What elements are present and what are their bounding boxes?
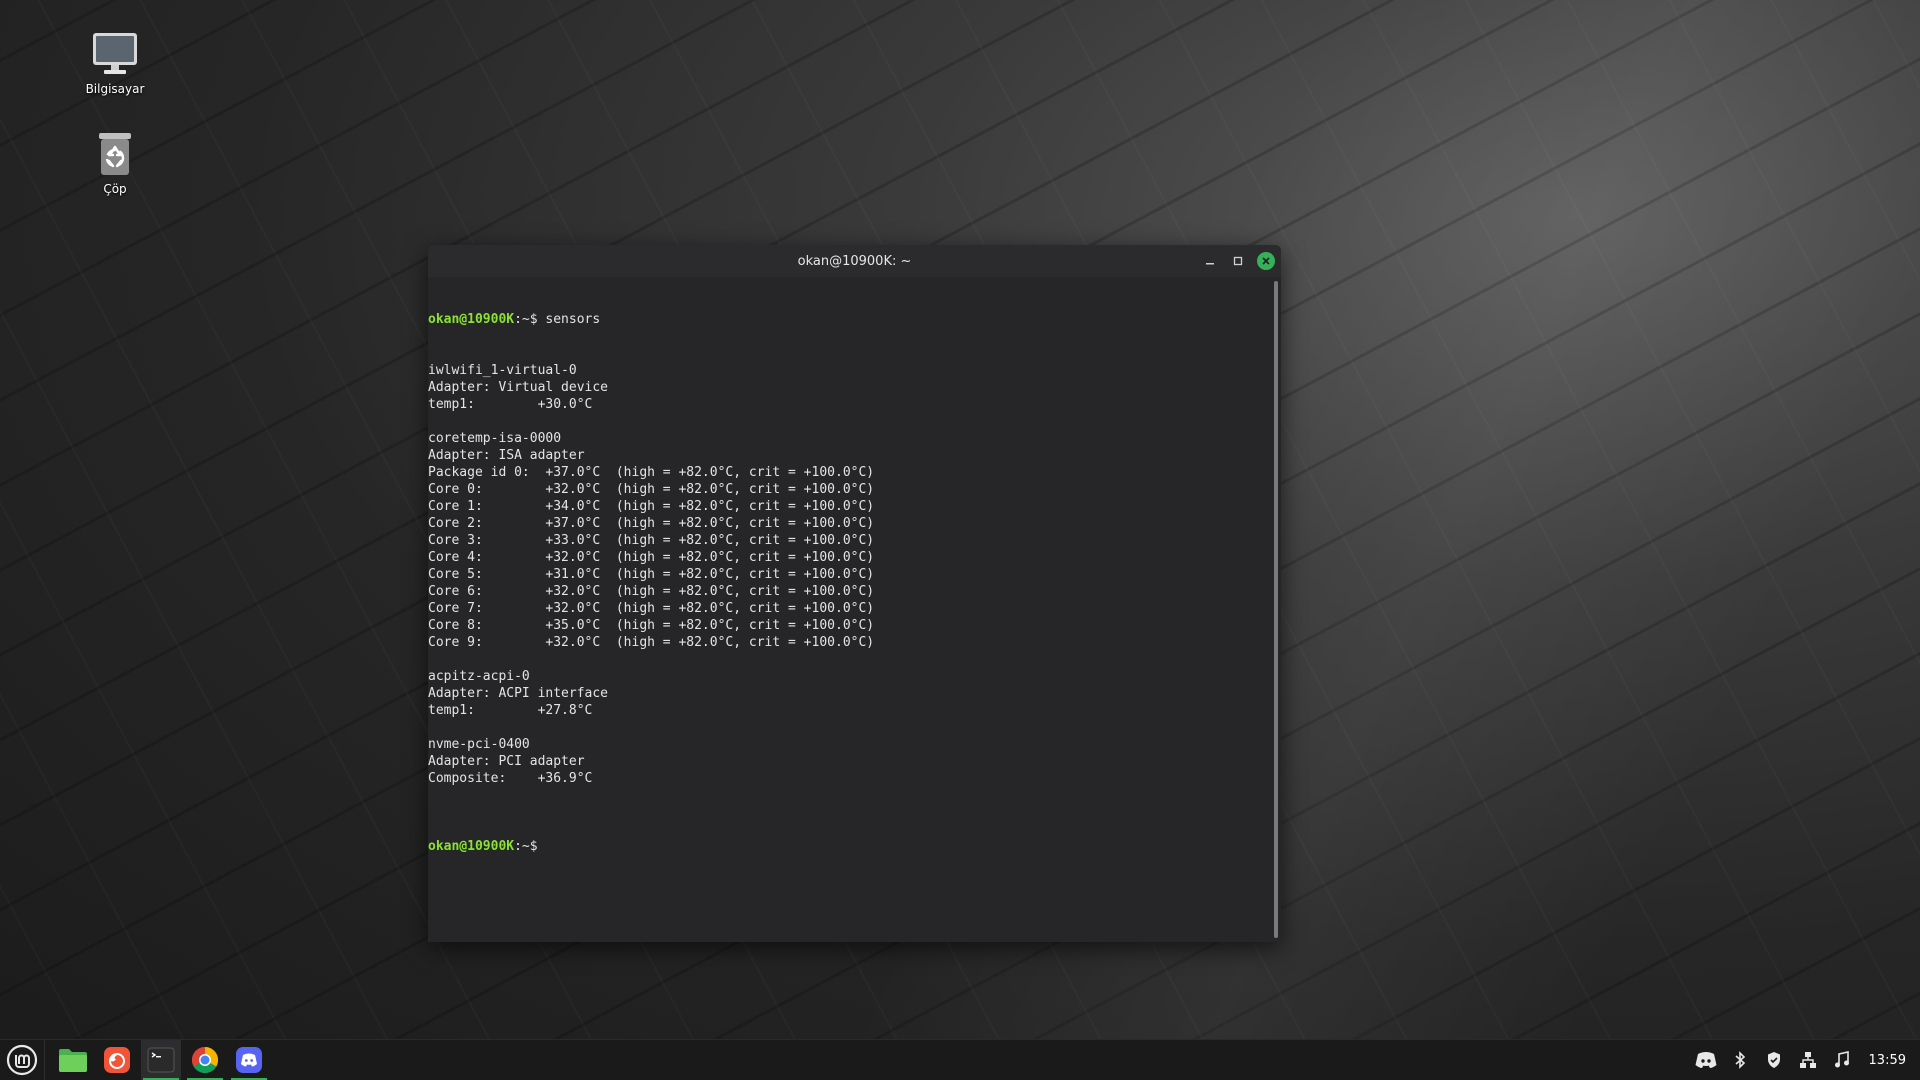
minimize-icon	[1206, 263, 1214, 265]
output-line: Adapter: ISA adapter	[428, 448, 585, 463]
output-line: Core 1: +34.0°C (high = +82.0°C, crit = …	[428, 499, 875, 514]
command-line: okan@10900K:~$	[428, 838, 1271, 855]
output-line: Package id 0: +37.0°C (high = +82.0°C, c…	[428, 465, 875, 480]
output-line: Core 9: +32.0°C (high = +82.0°C, crit = …	[428, 635, 875, 650]
discord-icon[interactable]	[1695, 1049, 1717, 1071]
output-line: coretemp-isa-0000	[428, 431, 562, 446]
trash-icon	[91, 130, 139, 178]
output-line: Composite: +36.9°C	[428, 771, 593, 786]
bluetooth-icon[interactable]	[1729, 1049, 1751, 1071]
start-menu-button[interactable]	[0, 1040, 44, 1080]
clock[interactable]: 13:59	[1869, 1053, 1906, 1068]
taskbar-app-terminal[interactable]	[141, 1040, 181, 1080]
mint-logo-icon	[6, 1044, 38, 1076]
discord-icon	[236, 1047, 262, 1073]
output-line: Core 8: +35.0°C (high = +82.0°C, crit = …	[428, 618, 875, 633]
output-line: Adapter: ACPI interface	[428, 686, 609, 701]
taskbar-app-firefox[interactable]	[97, 1040, 137, 1080]
network-icon[interactable]	[1797, 1049, 1819, 1071]
system-tray: 13:59	[1695, 1040, 1906, 1080]
output-line: Core 7: +32.0°C (high = +82.0°C, crit = …	[428, 601, 875, 616]
close-button[interactable]	[1257, 252, 1275, 270]
folder-icon	[59, 1049, 87, 1072]
terminal-icon	[147, 1047, 175, 1073]
taskbar-app-discord[interactable]	[229, 1040, 269, 1080]
output-line: nvme-pci-0400	[428, 737, 530, 752]
taskbar-separator	[44, 1040, 45, 1080]
output-line: Core 5: +31.0°C (high = +82.0°C, crit = …	[428, 567, 875, 582]
scrollbar[interactable]	[1274, 281, 1278, 938]
prompt-suffix: :~$	[514, 312, 546, 327]
firefox-icon	[104, 1047, 130, 1073]
prompt-user: okan@10900K	[428, 312, 515, 327]
output-line: acpitz-acpi-0	[428, 669, 530, 684]
terminal-window[interactable]: okan@10900K: ~ okan@10900K:~$ sensors iw…	[428, 245, 1281, 942]
close-icon	[1262, 257, 1270, 265]
computer-icon	[91, 30, 139, 78]
desktop-icon-label: Bilgisayar	[85, 82, 145, 96]
output-line: temp1: +27.8°C	[428, 703, 593, 718]
minimize-button[interactable]	[1201, 252, 1219, 270]
output-line: Adapter: Virtual device	[428, 380, 609, 395]
output-line: Adapter: PCI adapter	[428, 754, 585, 769]
prompt-suffix: :~$	[514, 839, 546, 854]
chrome-icon	[191, 1046, 219, 1074]
prompt-user: okan@10900K	[428, 839, 515, 854]
output-lines: iwlwifi_1-virtual-0 Adapter: Virtual devi…	[428, 362, 1271, 804]
taskbar-app-files[interactable]	[53, 1040, 93, 1080]
audio-icon[interactable]	[1831, 1049, 1853, 1071]
window-controls	[1201, 245, 1275, 277]
output-line: Core 4: +32.0°C (high = +82.0°C, crit = …	[428, 550, 875, 565]
taskbar-app-chrome[interactable]	[185, 1040, 225, 1080]
output-line: Core 2: +37.0°C (high = +82.0°C, crit = …	[428, 516, 875, 531]
maximize-icon	[1233, 256, 1243, 266]
command-line: okan@10900K:~$ sensors	[428, 311, 1271, 328]
maximize-button[interactable]	[1229, 252, 1247, 270]
desktop-icon-trash[interactable]: Çöp	[65, 130, 165, 196]
output-line: Core 6: +32.0°C (high = +82.0°C, crit = …	[428, 584, 875, 599]
window-titlebar[interactable]: okan@10900K: ~	[428, 245, 1281, 277]
desktop-icon-computer[interactable]: Bilgisayar	[65, 30, 165, 96]
output-line: Core 3: +33.0°C (high = +82.0°C, crit = …	[428, 533, 875, 548]
output-line: iwlwifi_1-virtual-0	[428, 363, 577, 378]
desktop-icon-label: Çöp	[103, 182, 127, 196]
taskbar: 13:59	[0, 1039, 1920, 1080]
shield-icon[interactable]	[1763, 1049, 1785, 1071]
terminal-output[interactable]: okan@10900K:~$ sensors iwlwifi_1-virtual…	[428, 277, 1271, 942]
command-text: sensors	[545, 312, 601, 327]
output-line: temp1: +30.0°C	[428, 397, 593, 412]
window-title: okan@10900K: ~	[797, 253, 912, 269]
output-line: Core 0: +32.0°C (high = +82.0°C, crit = …	[428, 482, 875, 497]
